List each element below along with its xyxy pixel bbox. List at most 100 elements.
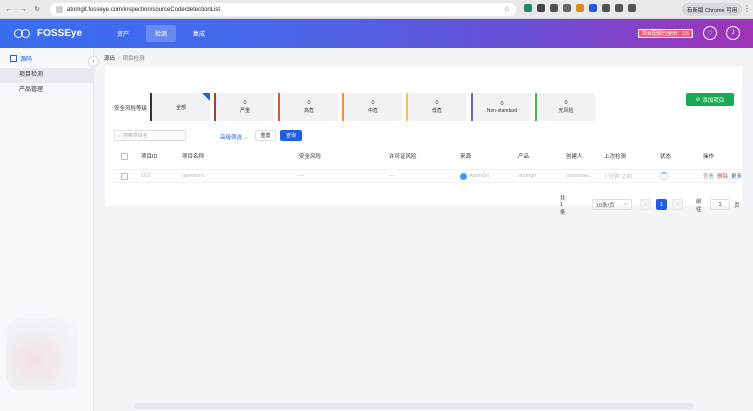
forward-icon[interactable]: →	[18, 4, 28, 14]
column-header: 状态	[660, 154, 672, 160]
risk-name: 全部	[175, 104, 186, 111]
orange-extension-icon[interactable]	[576, 4, 584, 12]
next-page-button[interactable]: ›	[672, 199, 683, 210]
risk-name: 中危	[367, 108, 378, 114]
vpn-extension-icon[interactable]	[524, 4, 532, 12]
checkbox-icon	[121, 172, 128, 180]
extension-icons	[524, 4, 636, 12]
more-actions-link[interactable]: 更多	[731, 172, 742, 180]
advanced-filter-label: 高级筛选	[220, 135, 243, 141]
last-check-cell: 1 分钟 之前	[604, 170, 632, 182]
reload-icon[interactable]: ↻	[32, 4, 42, 14]
goto-page-input[interactable]: 1	[710, 199, 730, 210]
risk-level-box[interactable]: 0 严重	[214, 93, 274, 121]
table-header: 项目ID 项目名称 安全风险 许可证风险 来源 产品 创建人 上次检测 状态 操作	[112, 150, 738, 162]
browser-menu-icon[interactable]: ⋮	[743, 4, 751, 13]
grid-extension-icon[interactable]	[537, 4, 545, 12]
goto-label-text: 前往	[696, 198, 702, 213]
chrome-update-label: 有新版 Chrome 可用	[687, 7, 738, 14]
horizontal-scrollbar[interactable]	[134, 403, 694, 409]
page-suffix-label: 页	[734, 202, 740, 209]
status-cell	[660, 170, 668, 182]
risk-level-box[interactable]: 0 低危	[406, 93, 466, 121]
chevron-down-icon: ⌵	[623, 201, 628, 207]
address-bar[interactable]: atomgit.fosseye.com/inspection/sourceCod…	[50, 3, 516, 16]
risk-level-box[interactable]: 0 中危	[342, 93, 402, 121]
risk-name: Non-standard	[486, 107, 518, 114]
actions-cell: 查看 删除 更多	[703, 170, 742, 182]
add-project-button[interactable]: ⊘ 添加项目	[686, 93, 734, 106]
search-input[interactable]: ⌕ 搜索项目名	[114, 130, 186, 141]
goto-label: 前往	[696, 198, 702, 213]
collapse-sidebar-button[interactable]: ‹	[88, 56, 99, 67]
risk-level-box[interactable]: 0 无风险	[535, 93, 595, 121]
top-nav-item[interactable]: 资产	[108, 25, 138, 42]
view-detail-link[interactable]: 查看	[703, 172, 714, 180]
chrome-update-button[interactable]: 有新版 Chrome 可用	[682, 3, 743, 16]
column-header: 产品	[518, 154, 530, 160]
advanced-filter-toggle[interactable]: 高级筛选 ⌵	[220, 133, 248, 142]
column-header: 创建人	[566, 154, 583, 160]
column-header: 安全风险	[299, 154, 322, 160]
top-nav: 资产 检测 集成	[108, 25, 222, 42]
puzzle-extension-icon[interactable]	[628, 4, 636, 12]
search-icon: ⌕	[118, 132, 121, 139]
quota-label: 项目配额已使用：1/5	[642, 31, 689, 37]
settings-extension-icon[interactable]	[563, 4, 571, 12]
sidebar-section-source[interactable]: 源码	[0, 48, 93, 68]
camera-extension-icon[interactable]	[550, 4, 558, 12]
back-icon[interactable]: ←	[4, 4, 14, 14]
quota-badge: 项目配额已使用：1/5	[638, 29, 693, 38]
add-project-label: 添加项目	[702, 97, 725, 104]
risk-name: 无风险	[558, 108, 574, 114]
select-all-checkbox[interactable]	[121, 150, 128, 162]
detection-card: 安全风险等级 全部 0 严重 0 高危 0 中危 0 低危 0 Non-standard 0 无风险 ⊘…	[105, 66, 742, 216]
reader-extension-icon[interactable]	[602, 4, 610, 12]
risk-level-box[interactable]: 全部	[150, 93, 210, 121]
goto-page-value: 1	[718, 201, 722, 208]
page-suffix: 页	[734, 199, 740, 210]
project-name-value: openbmc	[182, 173, 205, 179]
project-id-value: 102	[141, 173, 151, 179]
bookmark-star-icon[interactable]: ☆	[504, 5, 510, 13]
sidebar-item[interactable]: 产品管理	[0, 83, 93, 98]
sidebar-section-label: 源码	[20, 56, 33, 63]
page-size-select[interactable]: 10条/页 ⌵	[592, 199, 632, 210]
sidebar-item[interactable]: 项目检测	[0, 68, 93, 83]
risk-count: 0	[500, 100, 504, 107]
risk-name: 严重	[239, 108, 250, 114]
risk-level-box[interactable]: 0 Non-standard	[471, 93, 531, 121]
delete-link[interactable]: 删除	[717, 172, 728, 180]
prev-page-button[interactable]: ‹	[640, 199, 651, 210]
site-settings-icon[interactable]	[56, 6, 63, 13]
source-value: AtomGit	[469, 173, 489, 179]
top-nav-item[interactable]: 检测	[146, 25, 177, 42]
row-checkbox[interactable]	[121, 170, 128, 182]
url-text: atomgit.fosseye.com/inspection/sourceCod…	[67, 6, 221, 13]
risk-count: 0	[564, 100, 568, 106]
page-number-current[interactable]: 1	[656, 199, 667, 210]
loading-spinner-icon	[660, 172, 668, 180]
security-risk-value: —	[299, 173, 305, 179]
top-nav-item[interactable]: 集成	[184, 25, 214, 42]
project-name-cell[interactable]: openbmc	[182, 170, 205, 182]
add-icon: ⊘	[695, 96, 701, 103]
ai-extension-icon[interactable]	[615, 4, 623, 12]
avatar[interactable]: J	[726, 26, 740, 40]
logo[interactable]: FOSSEye	[14, 28, 82, 39]
risk-count: 0	[307, 100, 311, 106]
breadcrumb-current: 项目检测	[122, 56, 145, 62]
risk-level-box[interactable]: 0 高危	[278, 93, 338, 121]
notification-icon[interactable]: ♡	[703, 26, 717, 40]
risk-count: 0	[243, 100, 247, 106]
translate-extension-icon[interactable]	[589, 4, 597, 12]
risk-name: 低危	[431, 108, 442, 114]
query-button[interactable]: 查询	[280, 130, 302, 141]
reset-button[interactable]: 重置	[255, 130, 276, 141]
table-row[interactable]: 102 openbmc — — AtomGit atomgit jasondan... 1 分…	[112, 169, 742, 183]
checkbox-icon	[121, 152, 128, 160]
breadcrumb-root[interactable]: 源码	[104, 56, 115, 62]
query-label: 查询	[285, 133, 296, 139]
column-header: 来源	[460, 154, 472, 160]
pagination-total: 共 1 条	[560, 196, 566, 216]
